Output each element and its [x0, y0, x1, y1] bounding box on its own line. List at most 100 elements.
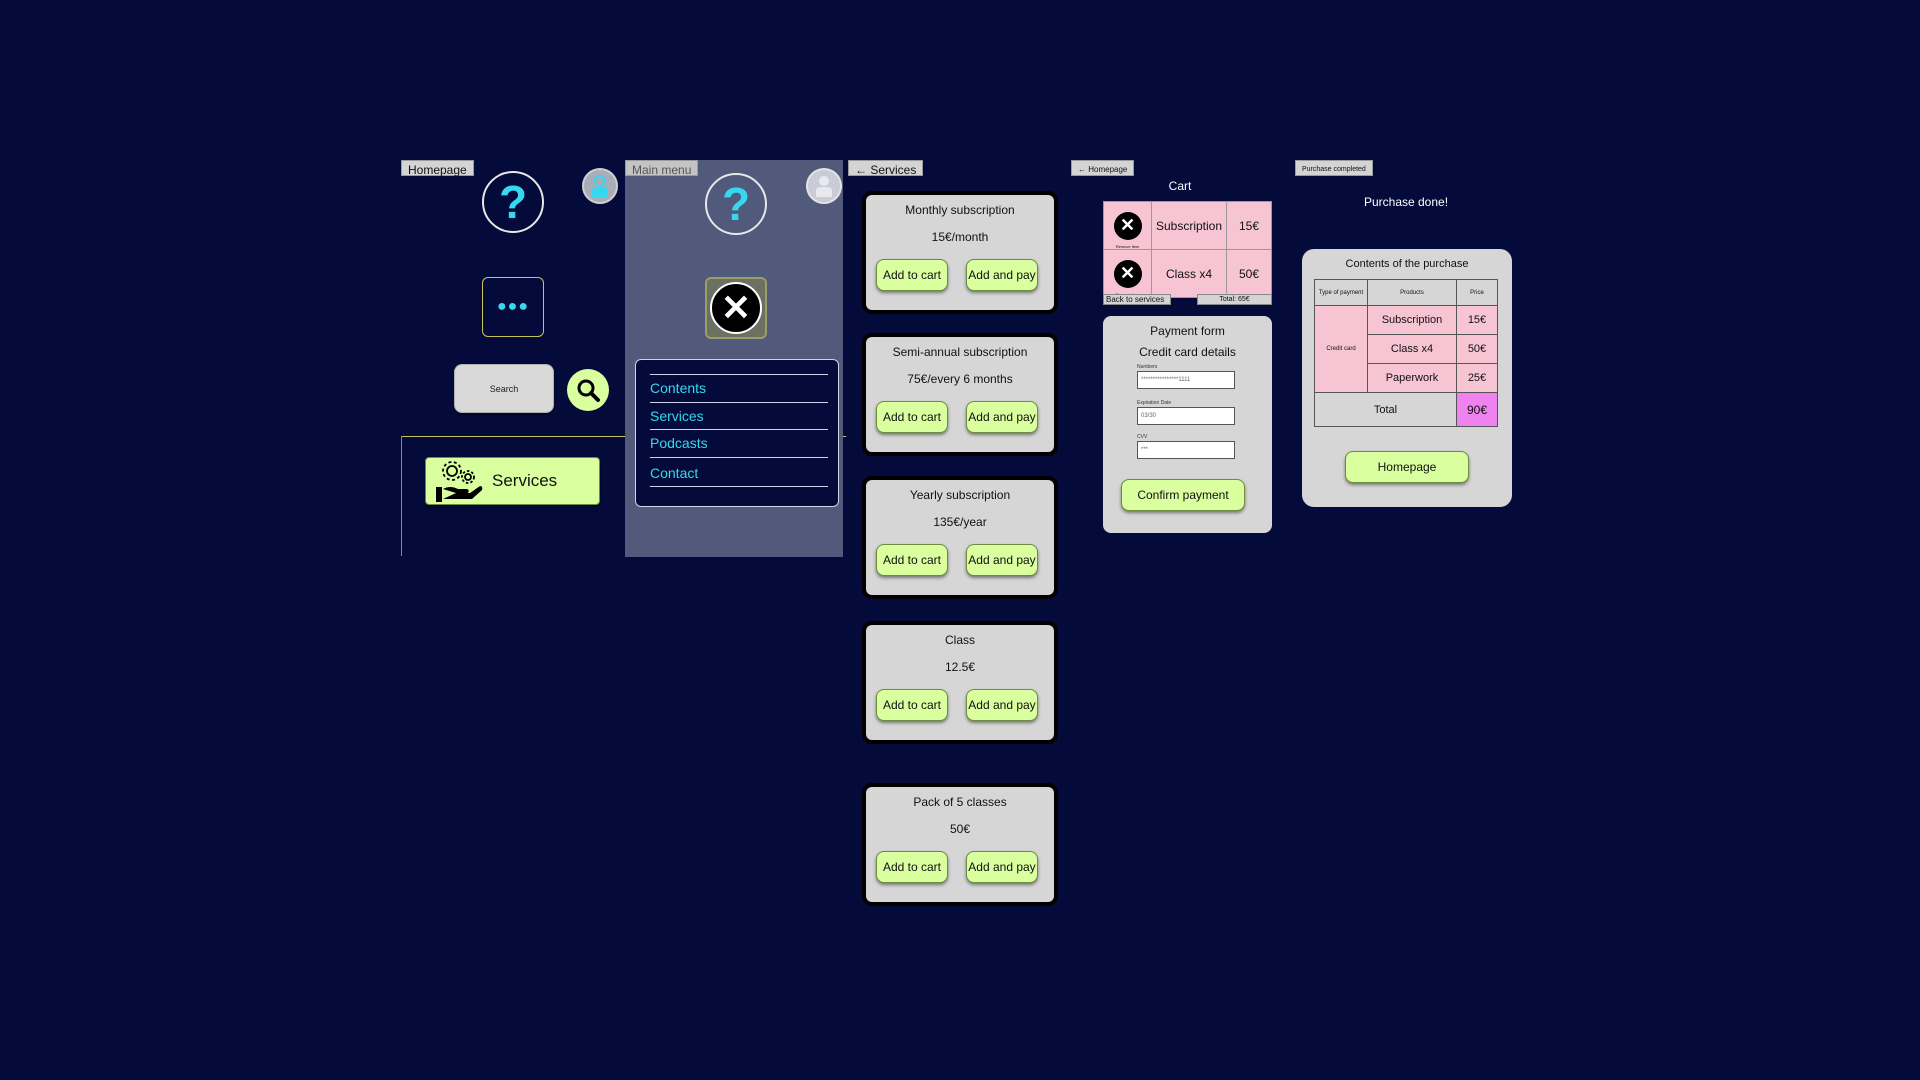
homepage-button[interactable]: Homepage [1345, 451, 1469, 483]
payment-type-cell: Credit card [1314, 305, 1368, 393]
payment-form: Payment form Credit card details Numbers… [1103, 316, 1272, 533]
add-to-cart-button[interactable]: Add to cart [876, 851, 948, 883]
cart-item-name: Subscription [1151, 201, 1227, 250]
add-and-pay-button[interactable]: Add and pay [966, 689, 1038, 721]
service-title: Semi-annual subscription [892, 345, 1028, 359]
service-card-pack: Pack of 5 classes 50€ Add to cart Add an… [862, 783, 1058, 906]
cvv-field[interactable]: *** [1137, 441, 1235, 459]
cvv-label: CVV [1137, 434, 1148, 440]
cart-row: ✕ Remove item Class x4 50€ [1103, 249, 1272, 298]
remove-item-icon[interactable]: ✕ [1113, 211, 1142, 240]
menu-item-contact[interactable]: Contact [650, 465, 698, 481]
main-menu-frame-label: Main menu [625, 160, 699, 177]
service-title: Monthly subscription [905, 203, 1015, 217]
add-to-cart-button[interactable]: Add to cart [876, 259, 948, 291]
menu-divider [650, 374, 828, 375]
close-icon: ✕ [710, 282, 762, 334]
search-icon [577, 379, 600, 402]
service-card-yearly: Yearly subscription 135€/year Add to car… [862, 476, 1058, 599]
homepage-frame-label: Homepage [401, 160, 474, 177]
more-options-button[interactable]: ●●● [482, 277, 544, 337]
header-price: Price [1456, 279, 1498, 306]
add-and-pay-button[interactable]: Add and pay [966, 544, 1038, 576]
service-card-class: Class 12.5€ Add to cart Add and pay [862, 621, 1058, 744]
purchase-completed-label: Purchase completed [1295, 160, 1373, 176]
menu-item-services[interactable]: Services [650, 408, 704, 424]
purchase-total-value: 90€ [1456, 392, 1498, 427]
menu-help-button[interactable]: ? [705, 173, 767, 235]
services-button[interactable]: Services [425, 457, 600, 505]
purchase-row: Credit card Subscription 15€ [1314, 305, 1498, 393]
help-icon: ? [721, 178, 751, 230]
help-icon: ? [498, 176, 528, 228]
menu-user-avatar-button[interactable] [806, 168, 842, 204]
purchase-done-text: Purchase done! [1363, 195, 1449, 209]
service-title: Pack of 5 classes [913, 795, 1007, 809]
close-menu-button[interactable]: ✕ [705, 277, 767, 339]
more-dots-icon: ●●● [497, 298, 529, 315]
menu-item-podcasts[interactable]: Podcasts [650, 435, 708, 451]
services-button-label: Services [492, 471, 558, 490]
help-button[interactable]: ? [482, 171, 544, 233]
purchase-price: 25€ [1456, 363, 1498, 393]
menu-divider [650, 486, 828, 487]
services-hand-gear-icon [436, 461, 483, 502]
service-price: 75€/every 6 months [907, 372, 1013, 386]
user-icon [816, 176, 832, 197]
cart-back-homepage-label[interactable]: ← Homepage [1071, 160, 1135, 176]
service-price: 15€/month [931, 230, 989, 244]
purchase-table: Type of payment Products Price Credit ca… [1314, 279, 1498, 427]
header-products: Products [1367, 279, 1457, 306]
expiration-label: Expiration Date [1137, 400, 1172, 406]
add-to-cart-button[interactable]: Add to cart [876, 544, 948, 576]
purchase-table-header: Type of payment Products Price [1314, 279, 1498, 306]
expiration-field[interactable]: 03/30 [1137, 407, 1235, 425]
numbers-label: Numbers [1137, 364, 1158, 370]
service-card-monthly: Monthly subscription 15€/month Add to ca… [862, 191, 1058, 314]
add-and-pay-button[interactable]: Add and pay [966, 851, 1038, 883]
confirm-payment-button[interactable]: Confirm payment [1121, 479, 1245, 511]
services-back-label[interactable]: ← Services [848, 160, 924, 177]
cart-item-name: Class x4 [1151, 249, 1227, 298]
user-icon [592, 175, 608, 197]
purchase-summary-card: Contents of the purchase Type of payment… [1302, 249, 1512, 507]
service-title: Yearly subscription [909, 488, 1011, 502]
search-input[interactable]: Search [454, 364, 554, 413]
purchase-product: Paperwork [1367, 363, 1457, 393]
purchase-contents-title: Contents of the purchase [1345, 258, 1469, 270]
service-price: 50€ [949, 822, 971, 836]
user-avatar-button[interactable] [582, 168, 618, 204]
menu-divider [650, 429, 828, 430]
cart-row: ✕ Remove item Subscription 15€ [1103, 201, 1272, 250]
service-title: Class [944, 633, 975, 647]
add-to-cart-button[interactable]: Add to cart [876, 401, 948, 433]
homepage-frame-border [401, 436, 402, 556]
main-menu-list: Contents Services Podcasts Contact [635, 359, 839, 507]
add-to-cart-button[interactable]: Add to cart [876, 689, 948, 721]
payment-form-subtitle: Credit card details [1139, 345, 1236, 359]
cart-item-price: 50€ [1226, 249, 1272, 298]
remove-item-label: Remove item [1115, 244, 1140, 249]
add-and-pay-button[interactable]: Add and pay [966, 401, 1038, 433]
service-price: 12.5€ [944, 660, 976, 674]
remove-item-icon[interactable]: ✕ [1113, 259, 1142, 288]
purchase-product: Class x4 [1367, 334, 1457, 364]
back-to-services-link[interactable]: Back to services [1103, 294, 1171, 305]
service-card-semi-annual: Semi-annual subscription 75€/every 6 mon… [862, 333, 1058, 456]
payment-form-title: Payment form [1150, 324, 1225, 338]
add-and-pay-button[interactable]: Add and pay [966, 259, 1038, 291]
card-numbers-field[interactable]: ****************1111 [1137, 371, 1235, 389]
cart-item-price: 15€ [1226, 201, 1272, 250]
purchase-price: 50€ [1456, 334, 1498, 364]
cart-total: Total: 65€ [1197, 294, 1272, 305]
service-price: 135€/year [933, 515, 987, 529]
cart-title: Cart [1168, 179, 1192, 193]
purchase-product: Subscription [1367, 305, 1457, 335]
menu-item-contents[interactable]: Contents [650, 380, 706, 396]
menu-divider [650, 402, 828, 403]
cart-table: ✕ Remove item Subscription 15€ ✕ Remove … [1103, 201, 1272, 298]
purchase-price: 15€ [1456, 305, 1498, 335]
menu-divider [650, 457, 828, 458]
purchase-total-label: Total [1314, 392, 1457, 427]
search-button[interactable] [567, 369, 609, 411]
